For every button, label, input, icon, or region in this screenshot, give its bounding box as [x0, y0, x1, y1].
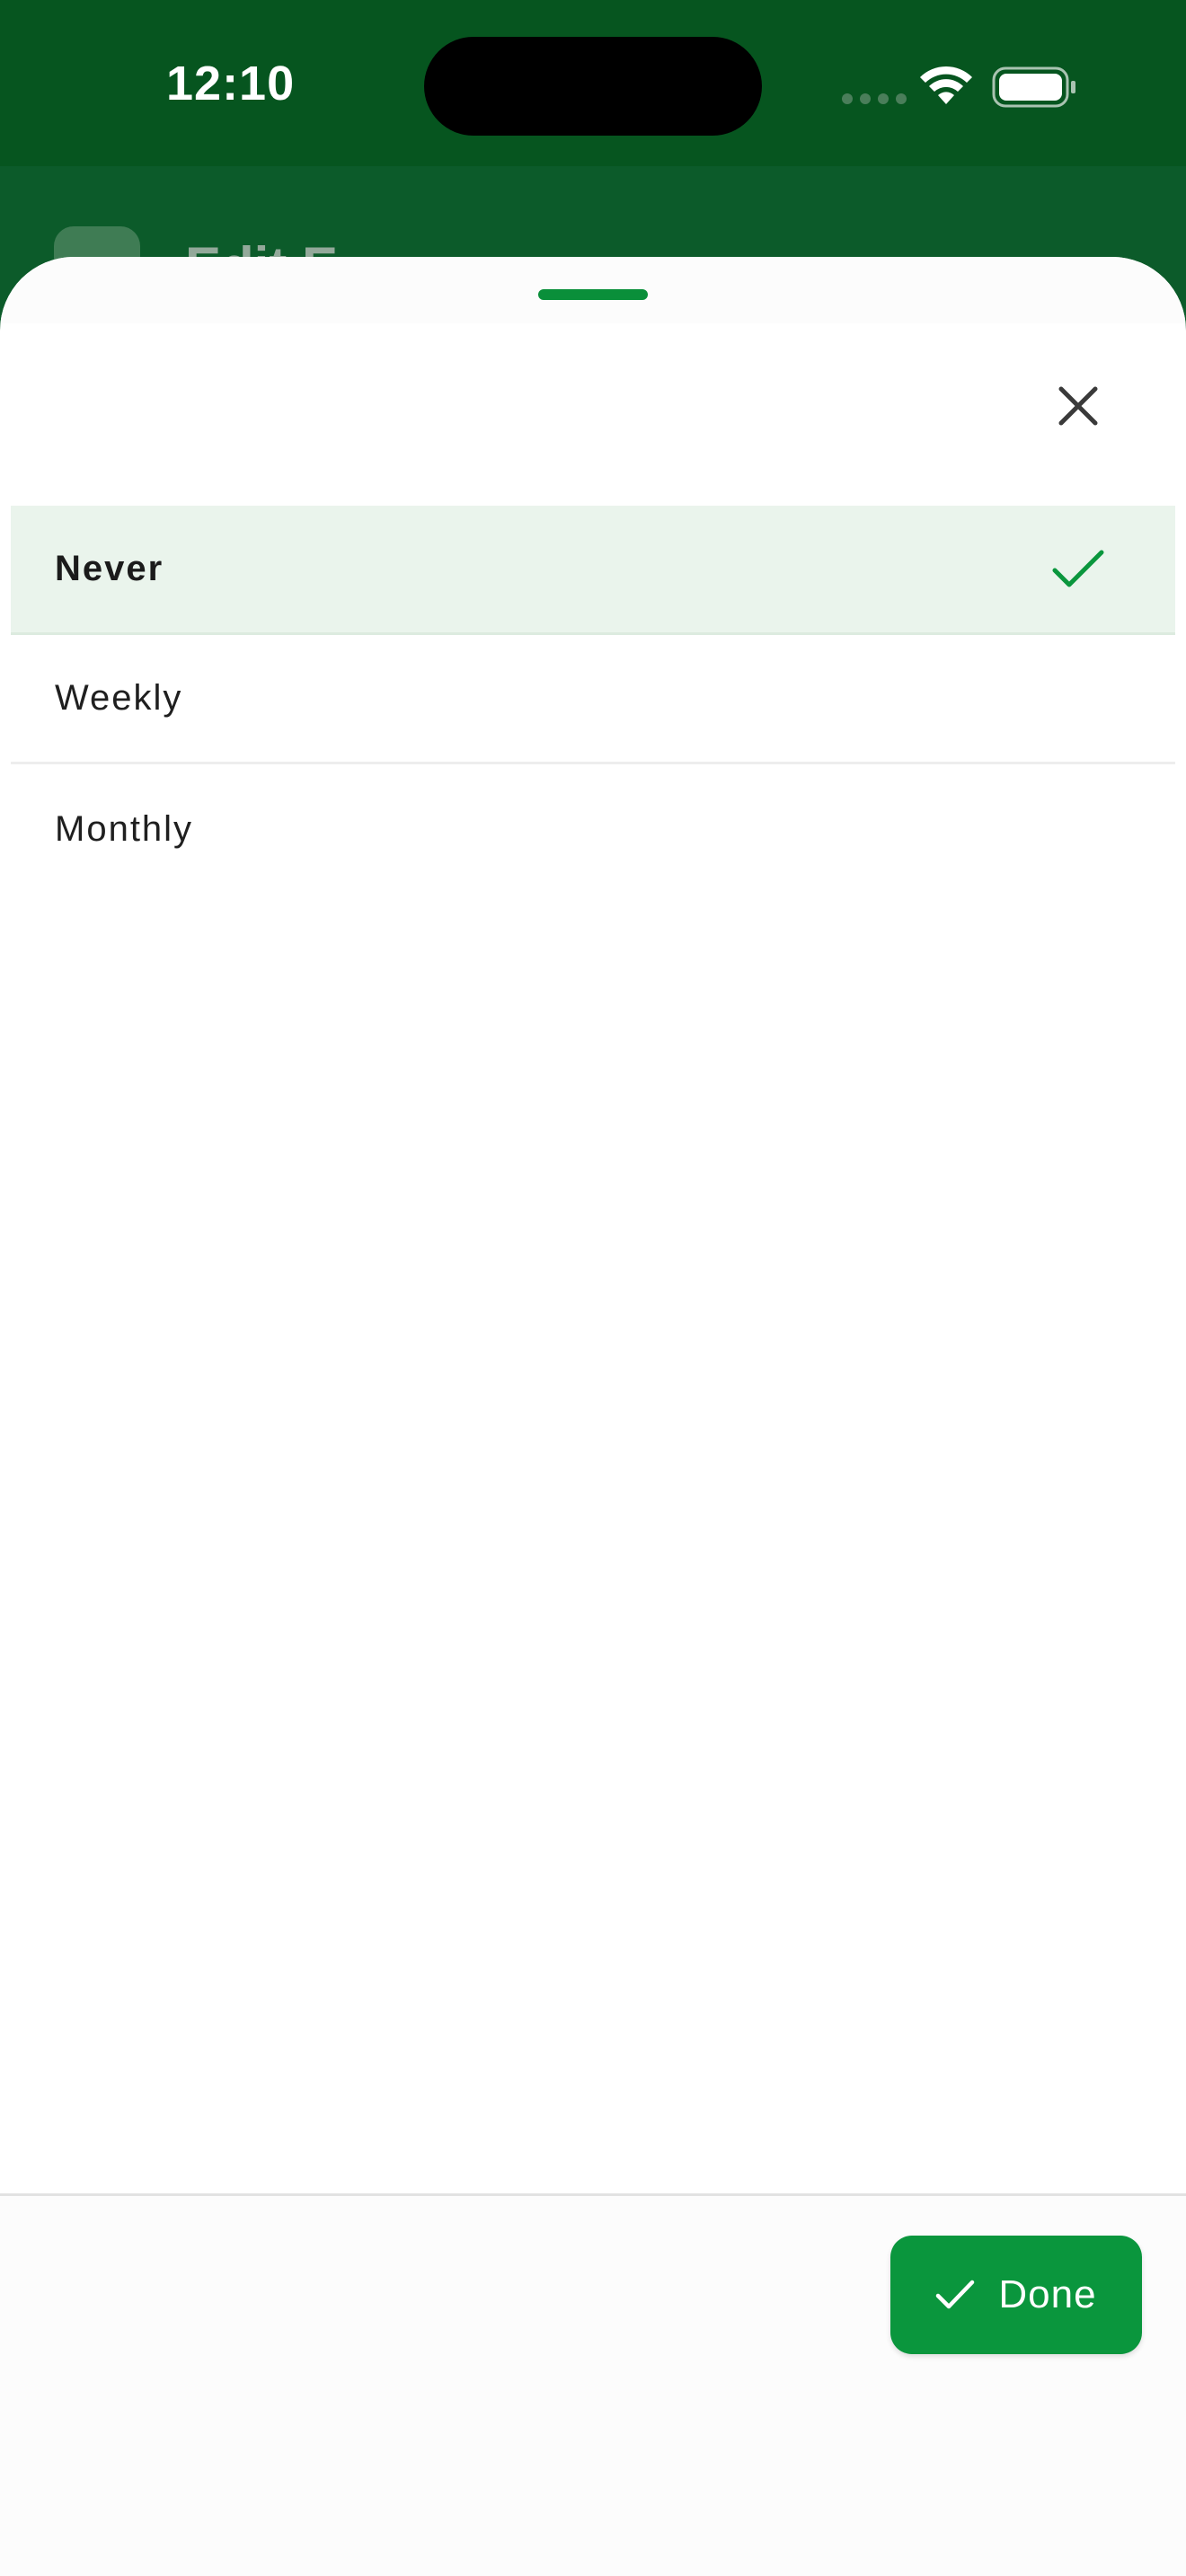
option-label: Weekly	[55, 678, 183, 718]
done-button-label: Done	[998, 2272, 1097, 2316]
close-button[interactable]	[1040, 368, 1116, 444]
frequency-options-list: Never Weekly Monthly	[11, 506, 1175, 894]
dynamic-island	[424, 37, 762, 136]
drag-handle[interactable]	[538, 289, 648, 300]
close-icon	[1058, 386, 1098, 426]
cellular-signal-icon	[842, 93, 907, 104]
option-monthly[interactable]: Monthly	[11, 764, 1175, 894]
option-label: Monthly	[55, 808, 194, 849]
status-bar: 12:10	[0, 0, 1186, 171]
status-time: 12:10	[166, 57, 296, 110]
wifi-icon	[920, 66, 972, 104]
sheet-handle-area[interactable]	[0, 257, 1186, 323]
option-label: Never	[55, 549, 164, 588]
option-weekly[interactable]: Weekly	[11, 635, 1175, 764]
option-never[interactable]: Never	[11, 506, 1175, 635]
check-icon	[1052, 550, 1104, 587]
battery-icon	[992, 66, 1075, 108]
frequency-bottom-sheet: Never Weekly Monthly Done	[0, 257, 1186, 2576]
check-icon	[936, 2280, 975, 2309]
done-button[interactable]: Done	[890, 2236, 1142, 2354]
